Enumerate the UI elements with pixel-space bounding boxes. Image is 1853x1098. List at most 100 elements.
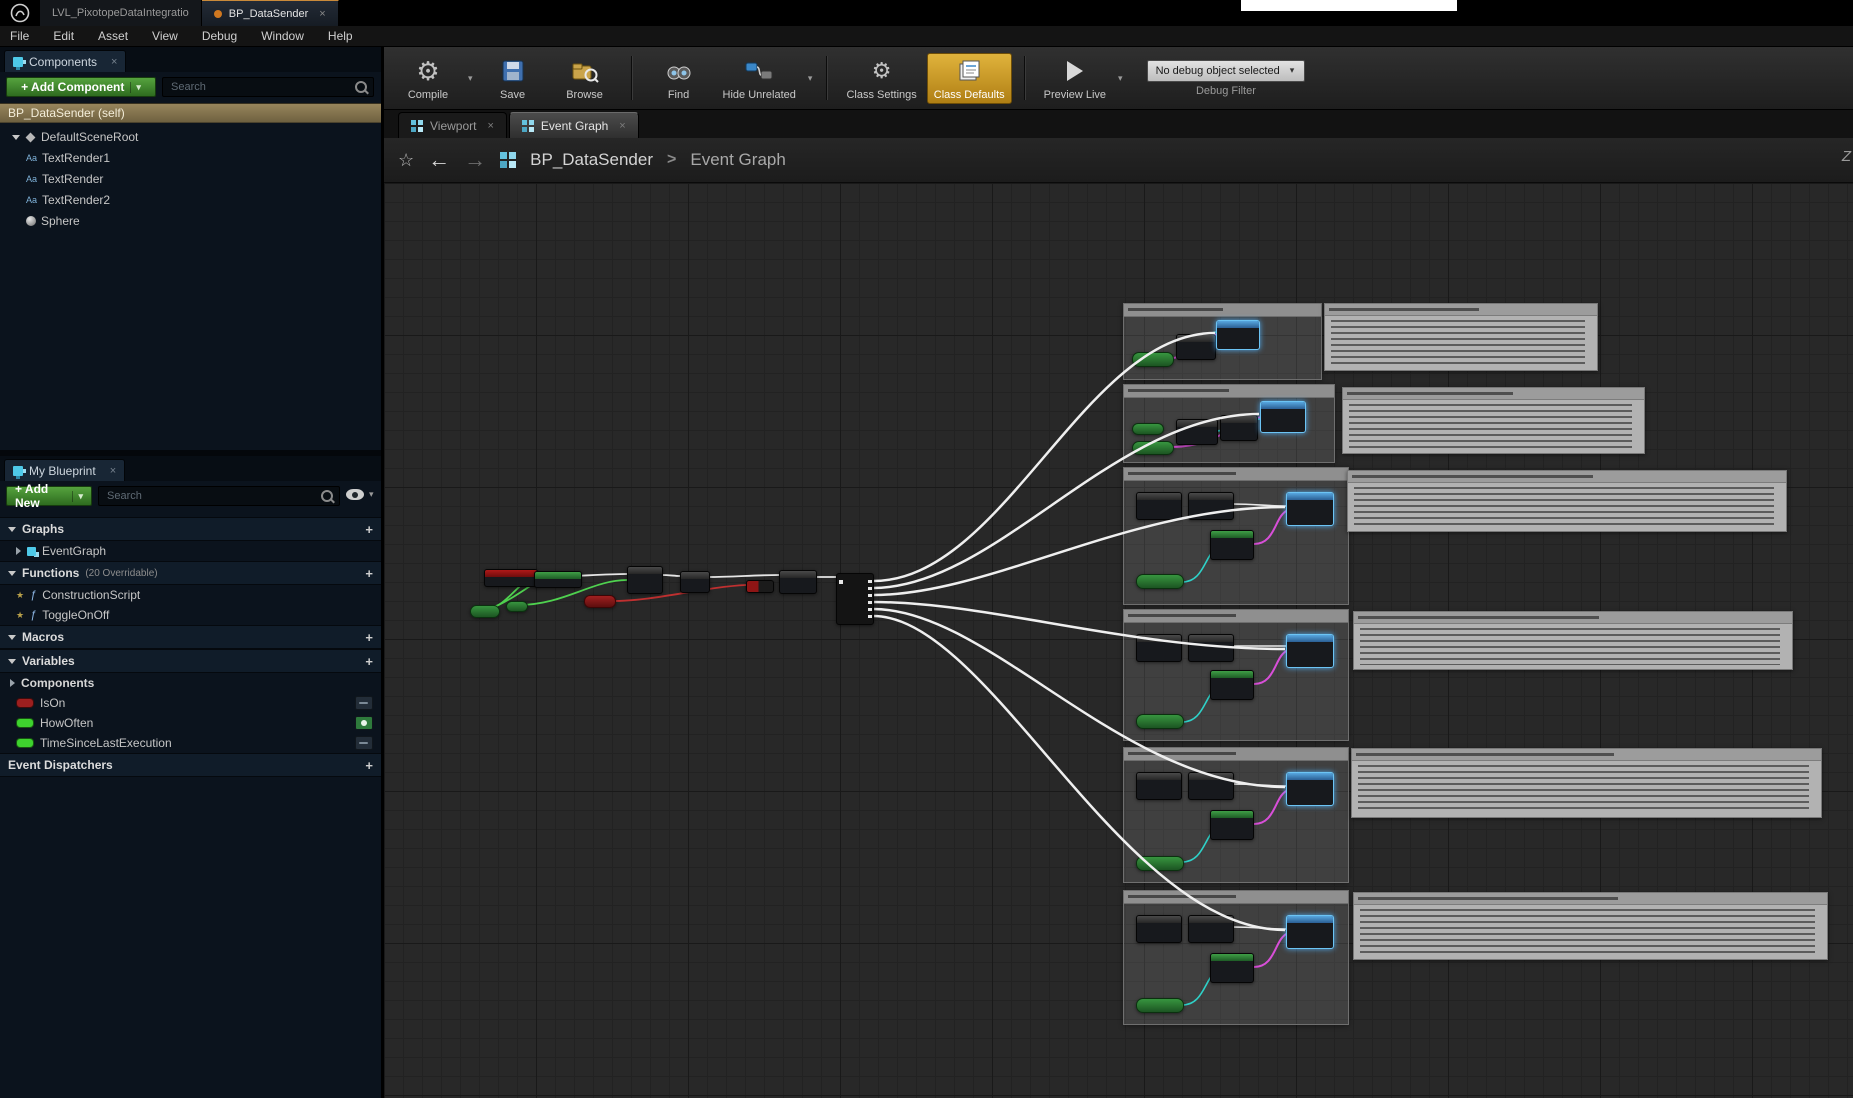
close-icon[interactable]: × (110, 465, 116, 477)
getter-node[interactable] (1136, 998, 1184, 1013)
menu-file[interactable]: File (10, 29, 29, 43)
tab-event-graph[interactable]: Event Graph × (509, 112, 639, 138)
graph-node-selected[interactable] (1216, 320, 1260, 350)
comment-text-block[interactable] (1353, 611, 1793, 670)
menu-window[interactable]: Window (261, 29, 304, 43)
component-row-selected[interactable]: BP_DataSender (self) (0, 103, 381, 123)
variable-row-howoften[interactable]: HowOften (0, 713, 381, 733)
getter-node[interactable] (1132, 423, 1164, 435)
variable-row-timesince[interactable]: TimeSinceLastExecution (0, 733, 381, 753)
graph-node[interactable] (1188, 492, 1234, 520)
comment-box[interactable] (1123, 890, 1349, 1025)
menu-help[interactable]: Help (328, 29, 353, 43)
menu-edit[interactable]: Edit (53, 29, 74, 43)
chevron-down-icon[interactable]: ▾ (468, 73, 473, 84)
back-arrow-icon[interactable]: ← (428, 147, 450, 173)
graph-node[interactable] (1136, 492, 1182, 520)
list-item-construction-script[interactable]: ★ ƒ ConstructionScript (0, 585, 381, 605)
visibility-filter-button[interactable]: ▾ (346, 489, 376, 500)
add-variable-icon[interactable]: + (365, 654, 373, 669)
graph-node[interactable] (1210, 810, 1254, 840)
browse-button[interactable]: Browse (551, 54, 619, 103)
add-function-icon[interactable]: + (365, 566, 373, 581)
component-row-sphere[interactable]: Sphere (0, 211, 381, 231)
comment-text-block[interactable] (1353, 892, 1828, 960)
menu-view[interactable]: View (152, 29, 178, 43)
sequence-node[interactable] (836, 573, 874, 625)
event-node[interactable] (484, 569, 538, 587)
comment-box[interactable] (1123, 303, 1322, 380)
collapse-icon[interactable] (8, 571, 16, 576)
collapse-icon[interactable] (8, 527, 16, 532)
function-node[interactable] (779, 570, 817, 594)
expander-icon[interactable] (12, 135, 20, 140)
debug-object-dropdown[interactable]: No debug object selected ▾ (1147, 60, 1306, 82)
window-tab-level[interactable]: LVL_PixotopeDataIntegratio (40, 0, 202, 26)
save-button[interactable]: Save (479, 54, 547, 103)
close-icon[interactable]: × (319, 8, 325, 20)
exec-input-pin[interactable] (839, 580, 843, 584)
graph-node-selected[interactable] (1260, 401, 1306, 433)
breadcrumb-root[interactable]: BP_DataSender (530, 150, 653, 170)
graph-node[interactable] (1188, 915, 1234, 943)
comment-text-block[interactable] (1324, 303, 1598, 371)
preview-live-button[interactable]: Preview Live (1038, 54, 1112, 103)
comment-box[interactable] (1123, 384, 1335, 463)
add-component-button[interactable]: + Add Component ▾ (6, 77, 156, 97)
component-row-scene-root[interactable]: DefaultSceneRoot (0, 127, 381, 147)
add-macro-icon[interactable]: + (365, 630, 373, 645)
hide-unrelated-button[interactable]: Hide Unrelated (717, 54, 802, 103)
graph-node-selected[interactable] (1286, 772, 1334, 806)
my-blueprint-search-input[interactable] (105, 489, 321, 503)
collapse-icon[interactable] (8, 635, 16, 640)
graph-node[interactable] (1176, 334, 1216, 360)
graph-node[interactable] (1210, 670, 1254, 700)
graph-node[interactable] (1136, 772, 1182, 800)
chevron-down-icon[interactable]: ▾ (1118, 73, 1123, 84)
components-search-input[interactable] (169, 80, 355, 94)
find-button[interactable]: Find (645, 54, 713, 103)
comment-box[interactable] (1123, 747, 1349, 883)
add-graph-icon[interactable]: + (365, 522, 373, 537)
component-row-textrender1[interactable]: Aa TextRender1 (0, 148, 381, 168)
graph-node[interactable] (1210, 530, 1254, 560)
exec-output-pins[interactable] (868, 580, 872, 620)
tab-components[interactable]: Components × (4, 50, 126, 72)
tab-viewport[interactable]: Viewport × (398, 112, 507, 138)
comment-box[interactable] (1123, 609, 1349, 741)
comment-text-block[interactable] (1342, 387, 1645, 454)
list-item-eventgraph[interactable]: EventGraph (0, 541, 381, 561)
add-dispatcher-icon[interactable]: + (365, 758, 373, 773)
bool-getter-node[interactable] (584, 595, 616, 608)
getter-node[interactable] (1136, 856, 1184, 871)
getter-node[interactable] (1132, 441, 1174, 455)
eye-closed-icon[interactable] (355, 736, 373, 750)
graph-canvas[interactable] (384, 183, 1853, 1098)
close-icon[interactable]: × (619, 120, 625, 132)
getter-node[interactable] (1136, 714, 1184, 729)
getter-node[interactable] (470, 605, 500, 618)
component-row-textrender[interactable]: Aa TextRender (0, 169, 381, 189)
function-node[interactable] (680, 571, 710, 593)
expander-icon[interactable] (16, 547, 21, 555)
branch-node[interactable] (746, 580, 774, 593)
getter-node[interactable] (506, 601, 528, 612)
section-variables[interactable]: Variables + (0, 649, 381, 673)
component-row-textrender2[interactable]: Aa TextRender2 (0, 190, 381, 210)
compile-button[interactable]: ⚙ Compile (394, 54, 462, 103)
class-defaults-button[interactable]: Class Defaults (927, 53, 1012, 104)
menu-asset[interactable]: Asset (98, 29, 128, 43)
expander-icon[interactable] (10, 679, 15, 687)
variable-group-components[interactable]: Components (0, 673, 381, 693)
close-icon[interactable]: × (111, 56, 117, 68)
graph-node[interactable] (1136, 634, 1182, 662)
eye-closed-icon[interactable] (355, 696, 373, 710)
graph-node[interactable] (1136, 915, 1182, 943)
section-functions[interactable]: Functions (20 Overridable) + (0, 561, 381, 585)
comment-text-block[interactable] (1347, 470, 1787, 532)
graph-node-selected[interactable] (1286, 634, 1334, 668)
section-graphs[interactable]: Graphs + (0, 517, 381, 541)
graph-node[interactable] (1176, 419, 1218, 445)
section-macros[interactable]: Macros + (0, 625, 381, 649)
eye-open-icon[interactable] (355, 716, 373, 730)
